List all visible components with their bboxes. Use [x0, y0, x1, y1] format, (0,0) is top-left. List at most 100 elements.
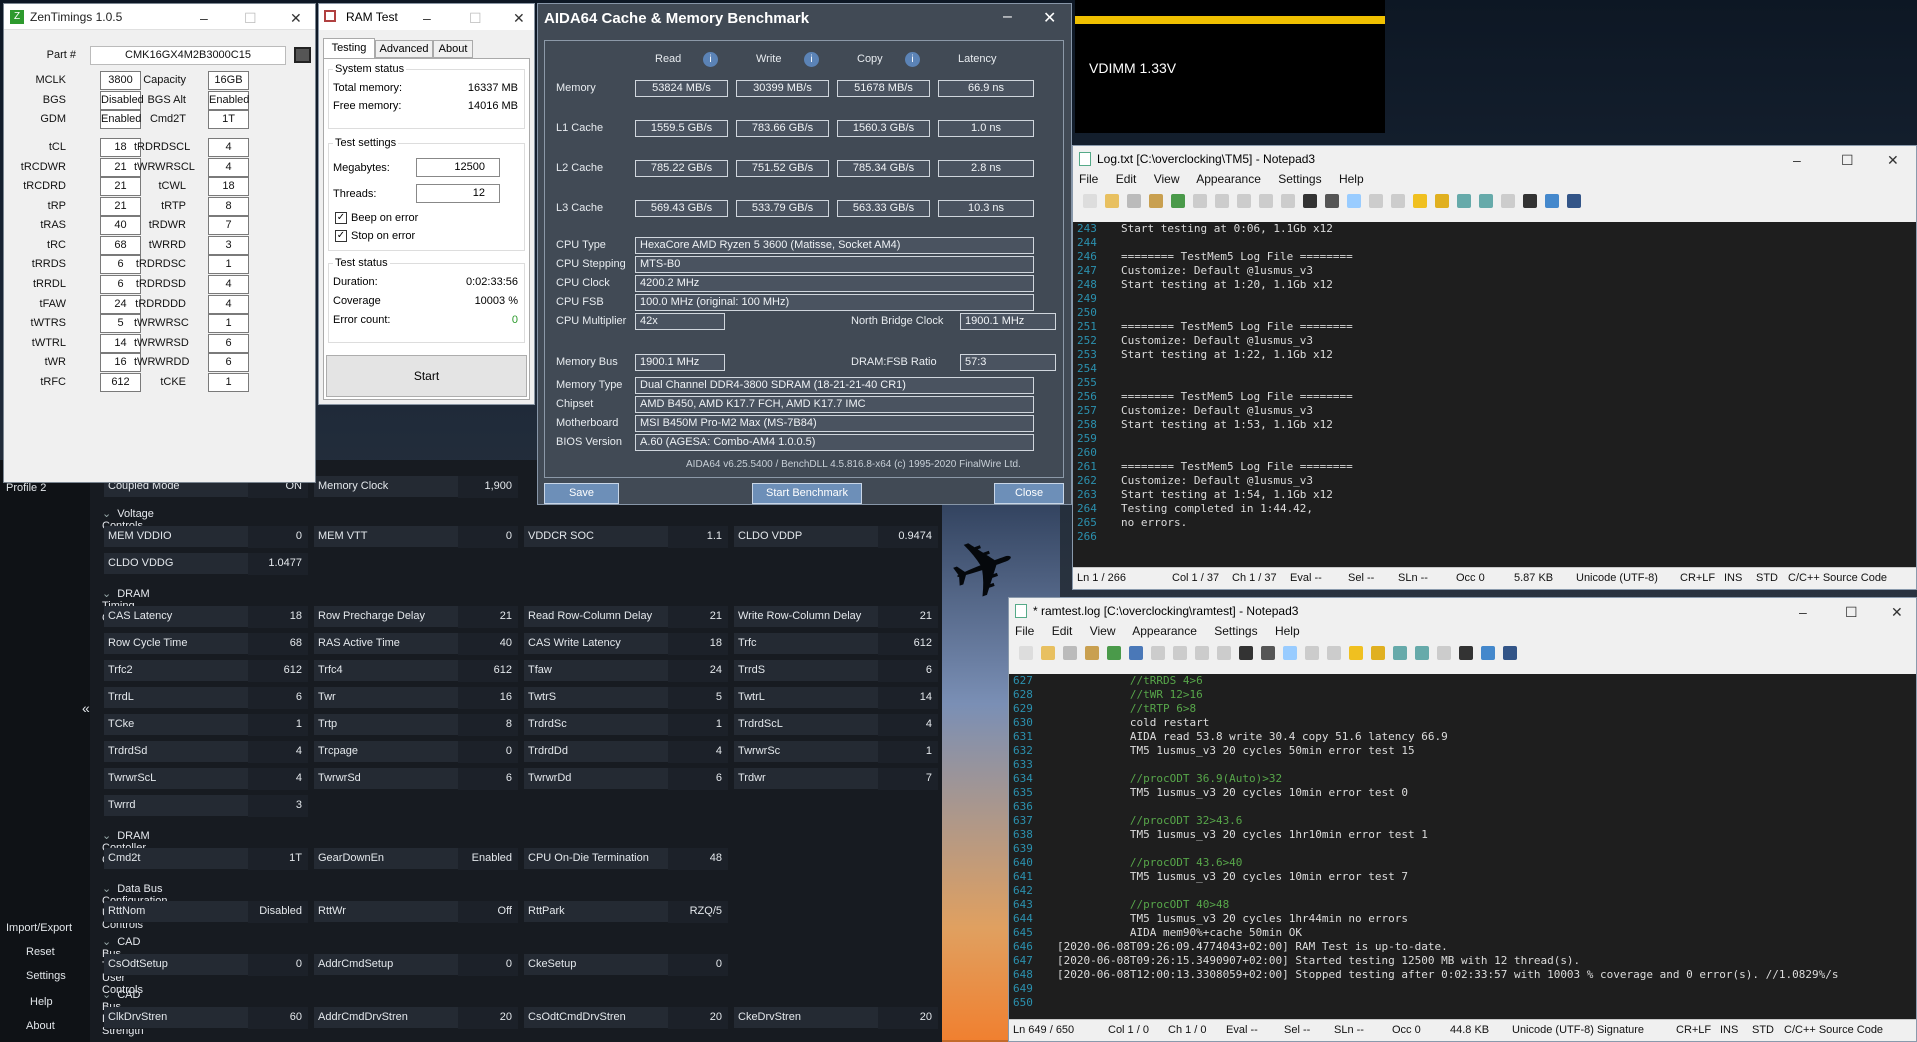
beep-checkbox[interactable]: ✓ — [335, 212, 347, 224]
whitespace-icon[interactable] — [1305, 646, 1319, 660]
setting-value[interactable]: 68 — [248, 633, 308, 655]
zoom-in-icon[interactable] — [1457, 194, 1471, 208]
setting-value[interactable]: 21 — [668, 606, 728, 628]
setting-value[interactable]: 20 — [668, 1007, 728, 1029]
tab-testing[interactable]: Testing — [323, 38, 375, 58]
redo-icon[interactable] — [1215, 194, 1229, 208]
screenshot-icon[interactable] — [294, 47, 311, 63]
setting-value[interactable]: 6 — [878, 660, 938, 682]
setting-value[interactable]: 0 — [458, 526, 518, 548]
setting-value[interactable]: 1.0477 — [248, 553, 308, 575]
menu-appearance[interactable]: Appearance — [1196, 172, 1261, 186]
sidebar-item-help[interactable]: Help — [30, 996, 53, 1008]
setting-value[interactable]: 1 — [668, 714, 728, 736]
sidebar-item-profile-2[interactable]: Profile 2 — [6, 482, 46, 494]
setting-value[interactable]: 0 — [248, 526, 308, 548]
sidebar-item-settings[interactable]: Settings — [26, 970, 66, 982]
setting-value[interactable]: 60 — [248, 1007, 308, 1029]
setting-value[interactable]: 0 — [248, 954, 308, 976]
menu-appearance[interactable]: Appearance — [1132, 624, 1197, 638]
setting-value[interactable]: 20 — [458, 1007, 518, 1029]
zoom-icon[interactable] — [1327, 646, 1341, 660]
menu-edit[interactable]: Edit — [1052, 624, 1073, 638]
setting-value[interactable]: 21 — [458, 606, 518, 628]
setting-value[interactable]: 8 — [458, 714, 518, 736]
stop-checkbox[interactable]: ✓ — [335, 230, 347, 242]
cut-icon[interactable] — [1237, 194, 1251, 208]
pin-icon[interactable] — [1481, 646, 1495, 660]
menu-help[interactable]: Help — [1339, 172, 1364, 186]
save-icon[interactable] — [1127, 194, 1141, 208]
tab-advanced[interactable]: Advanced — [375, 40, 433, 58]
menu-edit[interactable]: Edit — [1116, 172, 1137, 186]
pin-icon[interactable] — [1545, 194, 1559, 208]
print-icon[interactable] — [1501, 194, 1515, 208]
save-icon[interactable] — [1063, 646, 1077, 660]
setting-value[interactable]: 612 — [248, 660, 308, 682]
whitespace-icon[interactable] — [1369, 194, 1383, 208]
setting-value[interactable]: 6 — [458, 768, 518, 790]
menu-view[interactable]: View — [1090, 624, 1116, 638]
setting-value[interactable]: 18 — [248, 606, 308, 628]
menu-settings[interactable]: Settings — [1214, 624, 1257, 638]
setting-value[interactable]: 5 — [668, 687, 728, 709]
paste-icon[interactable] — [1281, 194, 1295, 208]
zoom-out-icon[interactable] — [1479, 194, 1493, 208]
exit-icon[interactable] — [1567, 194, 1581, 208]
close-icon[interactable]: ✕ — [513, 10, 525, 27]
tab-about[interactable]: About — [433, 40, 473, 58]
setting-value[interactable]: 20 — [878, 1007, 938, 1029]
paste-icon[interactable] — [1217, 646, 1231, 660]
replace-icon[interactable] — [1261, 646, 1275, 660]
refresh-icon[interactable] — [1171, 194, 1185, 208]
close-button[interactable]: Close — [994, 483, 1064, 504]
setting-value[interactable]: 4 — [248, 768, 308, 790]
copy-icon[interactable] — [1195, 646, 1209, 660]
print-icon[interactable] — [1437, 646, 1451, 660]
setting-value[interactable]: Enabled — [458, 848, 518, 870]
menu-file[interactable]: File — [1015, 624, 1034, 638]
screen-icon[interactable] — [1459, 646, 1473, 660]
maximize-icon[interactable]: ☐ — [1841, 152, 1854, 169]
close-icon[interactable]: ✕ — [1887, 152, 1899, 169]
info-icon[interactable]: i — [905, 52, 920, 67]
minimize-icon[interactable]: – — [1799, 604, 1807, 620]
start-button[interactable]: Start — [326, 355, 527, 397]
close-icon[interactable]: ✕ — [1043, 8, 1056, 28]
setting-value[interactable]: 1,900 — [458, 476, 518, 498]
copy-icon[interactable] — [1259, 194, 1273, 208]
setting-value[interactable]: 612 — [458, 660, 518, 682]
cut-icon[interactable] — [1173, 646, 1187, 660]
maximize-icon[interactable]: ☐ — [1845, 604, 1858, 621]
add-favorite-icon[interactable] — [1435, 194, 1449, 208]
new-icon[interactable] — [1083, 194, 1097, 208]
setting-value[interactable]: 21 — [878, 606, 938, 628]
setting-value[interactable]: 4 — [878, 714, 938, 736]
new-icon[interactable] — [1019, 646, 1033, 660]
setting-value[interactable]: 4 — [248, 741, 308, 763]
wrap-icon[interactable] — [1347, 194, 1361, 208]
open-icon[interactable] — [1105, 194, 1119, 208]
setting-value[interactable]: 6 — [248, 687, 308, 709]
undo-icon[interactable] — [1129, 646, 1143, 660]
menu-view[interactable]: View — [1154, 172, 1180, 186]
megabytes-input[interactable]: 12500 — [416, 158, 500, 177]
save-button[interactable]: Save — [544, 483, 619, 504]
setting-value[interactable]: 14 — [878, 687, 938, 709]
exit-icon[interactable] — [1503, 646, 1517, 660]
threads-input[interactable]: 12 — [416, 184, 500, 203]
info-icon[interactable]: i — [804, 52, 819, 67]
minimize-icon[interactable]: – — [1003, 8, 1012, 26]
add-favorite-icon[interactable] — [1371, 646, 1385, 660]
close-icon[interactable]: ✕ — [1891, 604, 1903, 621]
favorite-icon[interactable] — [1349, 646, 1363, 660]
undo-icon[interactable] — [1193, 194, 1207, 208]
setting-value[interactable]: 24 — [668, 660, 728, 682]
setting-value[interactable]: 0.9474 — [878, 526, 938, 548]
close-icon[interactable]: ✕ — [290, 10, 302, 27]
setting-value[interactable]: 6 — [668, 768, 728, 790]
menu-settings[interactable]: Settings — [1278, 172, 1321, 186]
screen-icon[interactable] — [1523, 194, 1537, 208]
menu-file[interactable]: File — [1079, 172, 1098, 186]
setting-value[interactable]: 48 — [668, 848, 728, 870]
